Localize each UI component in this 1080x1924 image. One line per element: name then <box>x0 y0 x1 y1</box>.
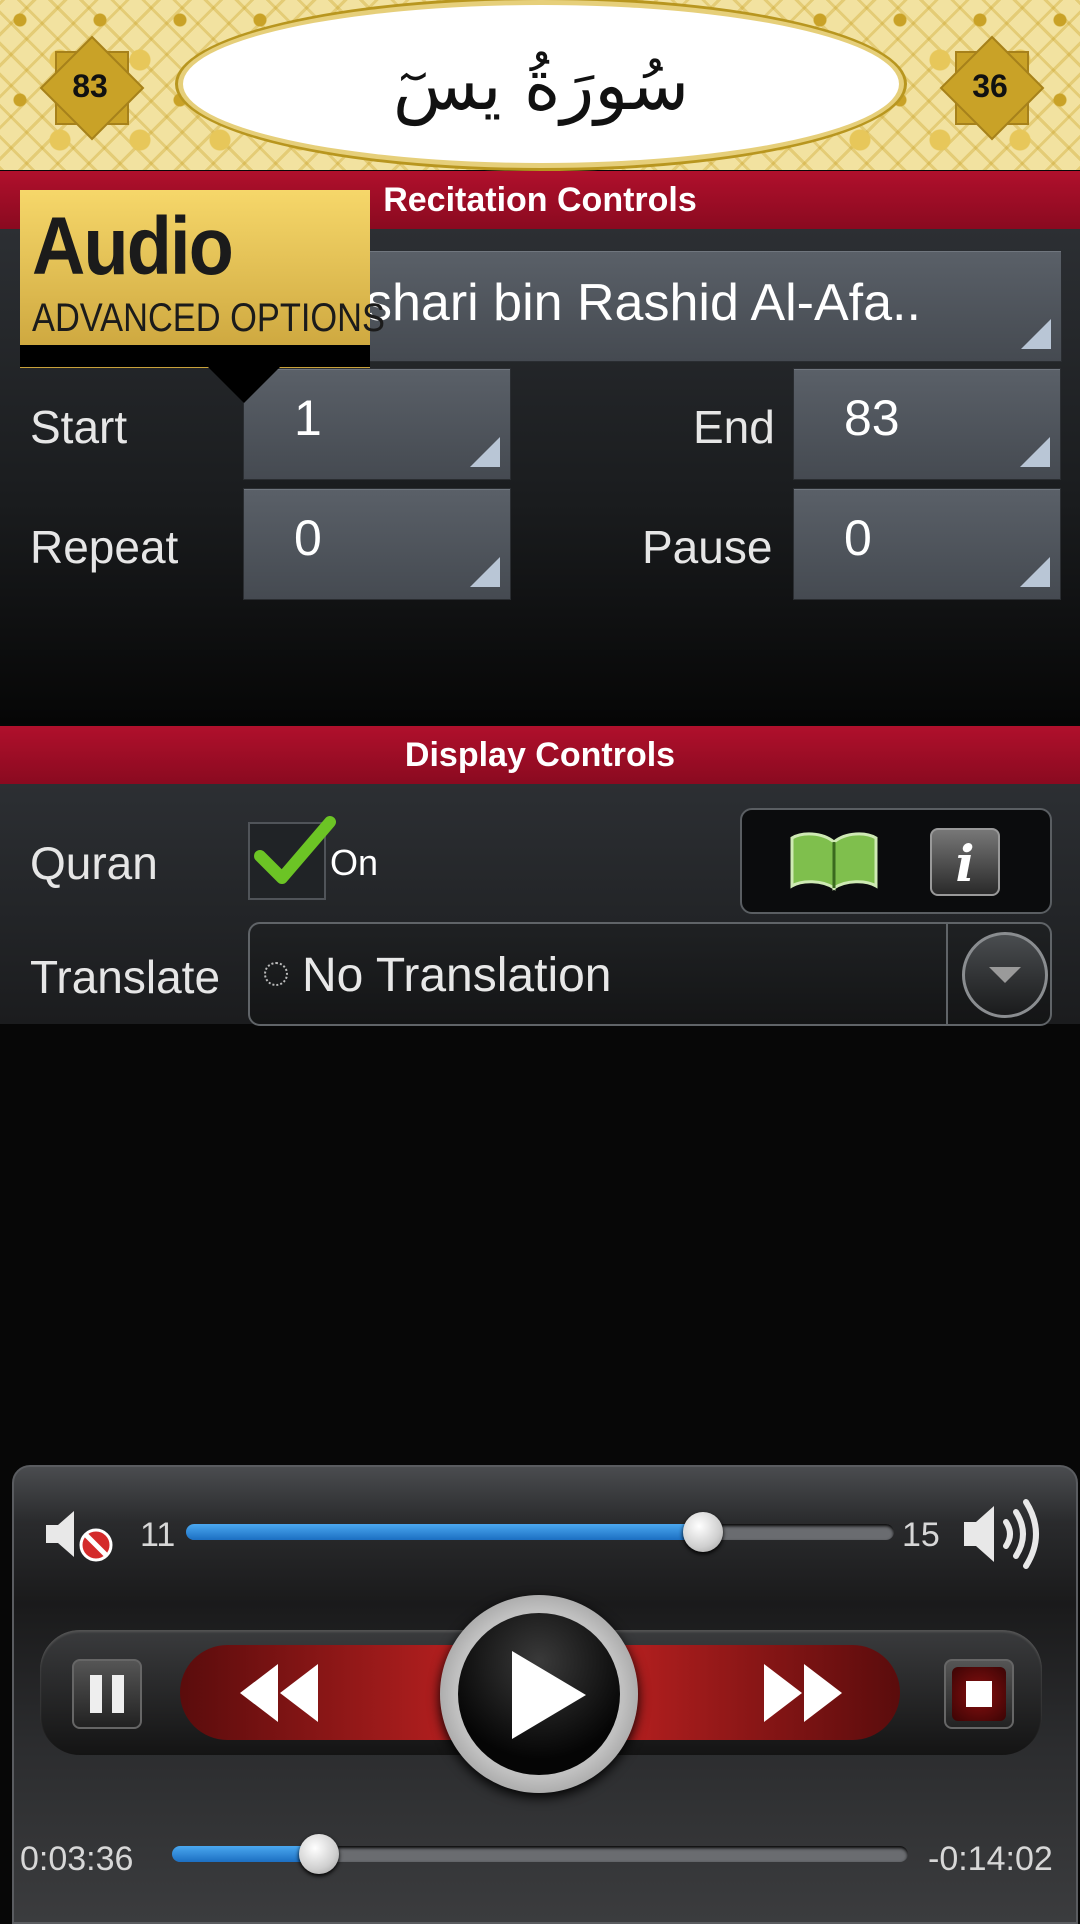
tooltip-footer <box>20 345 370 367</box>
start-field[interactable]: 1 <box>243 368 511 480</box>
dropdown-corner-icon <box>470 437 500 467</box>
repeat-label: Repeat <box>30 521 179 573</box>
seek-fill <box>172 1846 319 1862</box>
volume-slider[interactable] <box>186 1512 894 1552</box>
end-label: End <box>693 401 775 453</box>
dropdown-corner-icon <box>1020 437 1050 467</box>
quran-checkbox[interactable] <box>248 816 336 900</box>
mute-icon[interactable] <box>44 1505 116 1565</box>
volume-fill <box>186 1524 703 1540</box>
seek-thumb[interactable] <box>299 1834 339 1874</box>
rewind-icon[interactable] <box>236 1658 322 1728</box>
repeat-value: 0 <box>294 510 322 566</box>
elapsed-time: 0:03:36 <box>20 1840 134 1878</box>
end-field[interactable]: 83 <box>793 368 1061 480</box>
translation-value: No Translation <box>302 949 612 1002</box>
reciter-value: shari bin Rashid Al-Afa.. <box>366 274 921 332</box>
volume-thumb[interactable] <box>683 1512 723 1552</box>
chevron-down-icon[interactable] <box>962 932 1048 1018</box>
radio-icon <box>264 962 288 986</box>
play-icon <box>512 1651 586 1739</box>
tooltip-subtitle: ADVANCED OPTIONS <box>32 296 385 340</box>
translate-label: Translate <box>30 951 221 1003</box>
volume-up-icon[interactable] <box>962 1496 1044 1572</box>
start-label: Start <box>30 401 128 453</box>
quran-state-label: On <box>330 842 379 883</box>
pause-value: 0 <box>844 510 872 566</box>
pause-field[interactable]: 0 <box>793 488 1061 600</box>
tooltip-pointer <box>208 367 280 403</box>
checkmark-icon <box>254 816 336 884</box>
verse-count-badge: 83 <box>39 35 145 141</box>
end-value: 83 <box>844 390 900 446</box>
reading-icons-group: i <box>740 808 1052 914</box>
dropdown-corner-icon <box>1020 557 1050 587</box>
dropdown-corner-icon <box>470 557 500 587</box>
pause-button[interactable] <box>72 1659 142 1729</box>
recitation-section-title: Recitation Controls <box>383 181 697 219</box>
book-icon[interactable] <box>786 828 882 894</box>
seek-bar[interactable] <box>172 1834 908 1874</box>
dropdown-corner-icon <box>1021 319 1051 349</box>
translation-select[interactable]: No Translation <box>248 922 1052 1026</box>
surah-number-badge: 36 <box>939 35 1045 141</box>
reciter-select[interactable]: shari bin Rashid Al-Afa.. <box>340 250 1062 362</box>
pause-label: Pause <box>642 521 773 573</box>
tooltip-title: Audio <box>32 201 234 292</box>
volume-max-label: 15 <box>902 1516 940 1554</box>
start-value: 1 <box>294 390 322 446</box>
info-icon[interactable]: i <box>930 828 1000 896</box>
volume-min-label: 11 <box>140 1516 176 1554</box>
remaining-time: -0:14:02 <box>928 1840 1053 1878</box>
stop-button[interactable] <box>944 1659 1014 1729</box>
quran-label: Quran <box>30 837 158 889</box>
display-section-title: Display Controls <box>404 736 676 774</box>
repeat-field[interactable]: 0 <box>243 488 511 600</box>
play-button[interactable] <box>458 1613 620 1775</box>
fast-forward-icon[interactable] <box>760 1658 846 1728</box>
display-section-header: Display Controls <box>0 726 1080 784</box>
surah-title: سُورَةُ يسٓ <box>392 44 690 126</box>
